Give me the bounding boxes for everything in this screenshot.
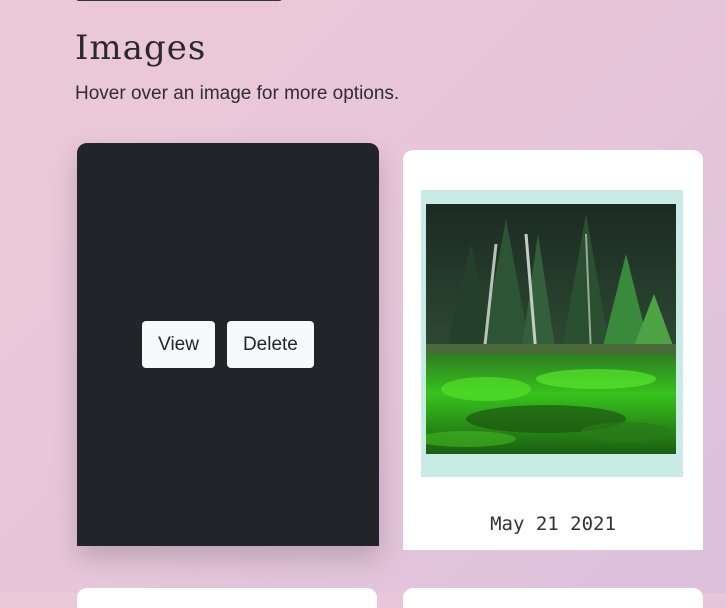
delete-button[interactable]: Delete bbox=[226, 321, 314, 368]
page-subtitle: Hover over an image for more options. bbox=[75, 83, 400, 104]
image-card[interactable]: May 21 2021 bbox=[403, 150, 703, 550]
photo-mat bbox=[421, 190, 683, 477]
view-button[interactable]: View bbox=[142, 321, 215, 368]
image-date: May 21 2021 bbox=[490, 513, 616, 535]
top-tab-fragment[interactable] bbox=[75, 0, 283, 1]
forest-lake-photo bbox=[426, 204, 676, 454]
image-card-next-left[interactable] bbox=[77, 588, 377, 608]
image-card-next-right[interactable] bbox=[403, 588, 703, 608]
card-overlay-actions: View Delete bbox=[77, 321, 379, 368]
image-card-hovered[interactable]: View Delete bbox=[77, 143, 379, 546]
page-title: Images bbox=[75, 28, 207, 68]
